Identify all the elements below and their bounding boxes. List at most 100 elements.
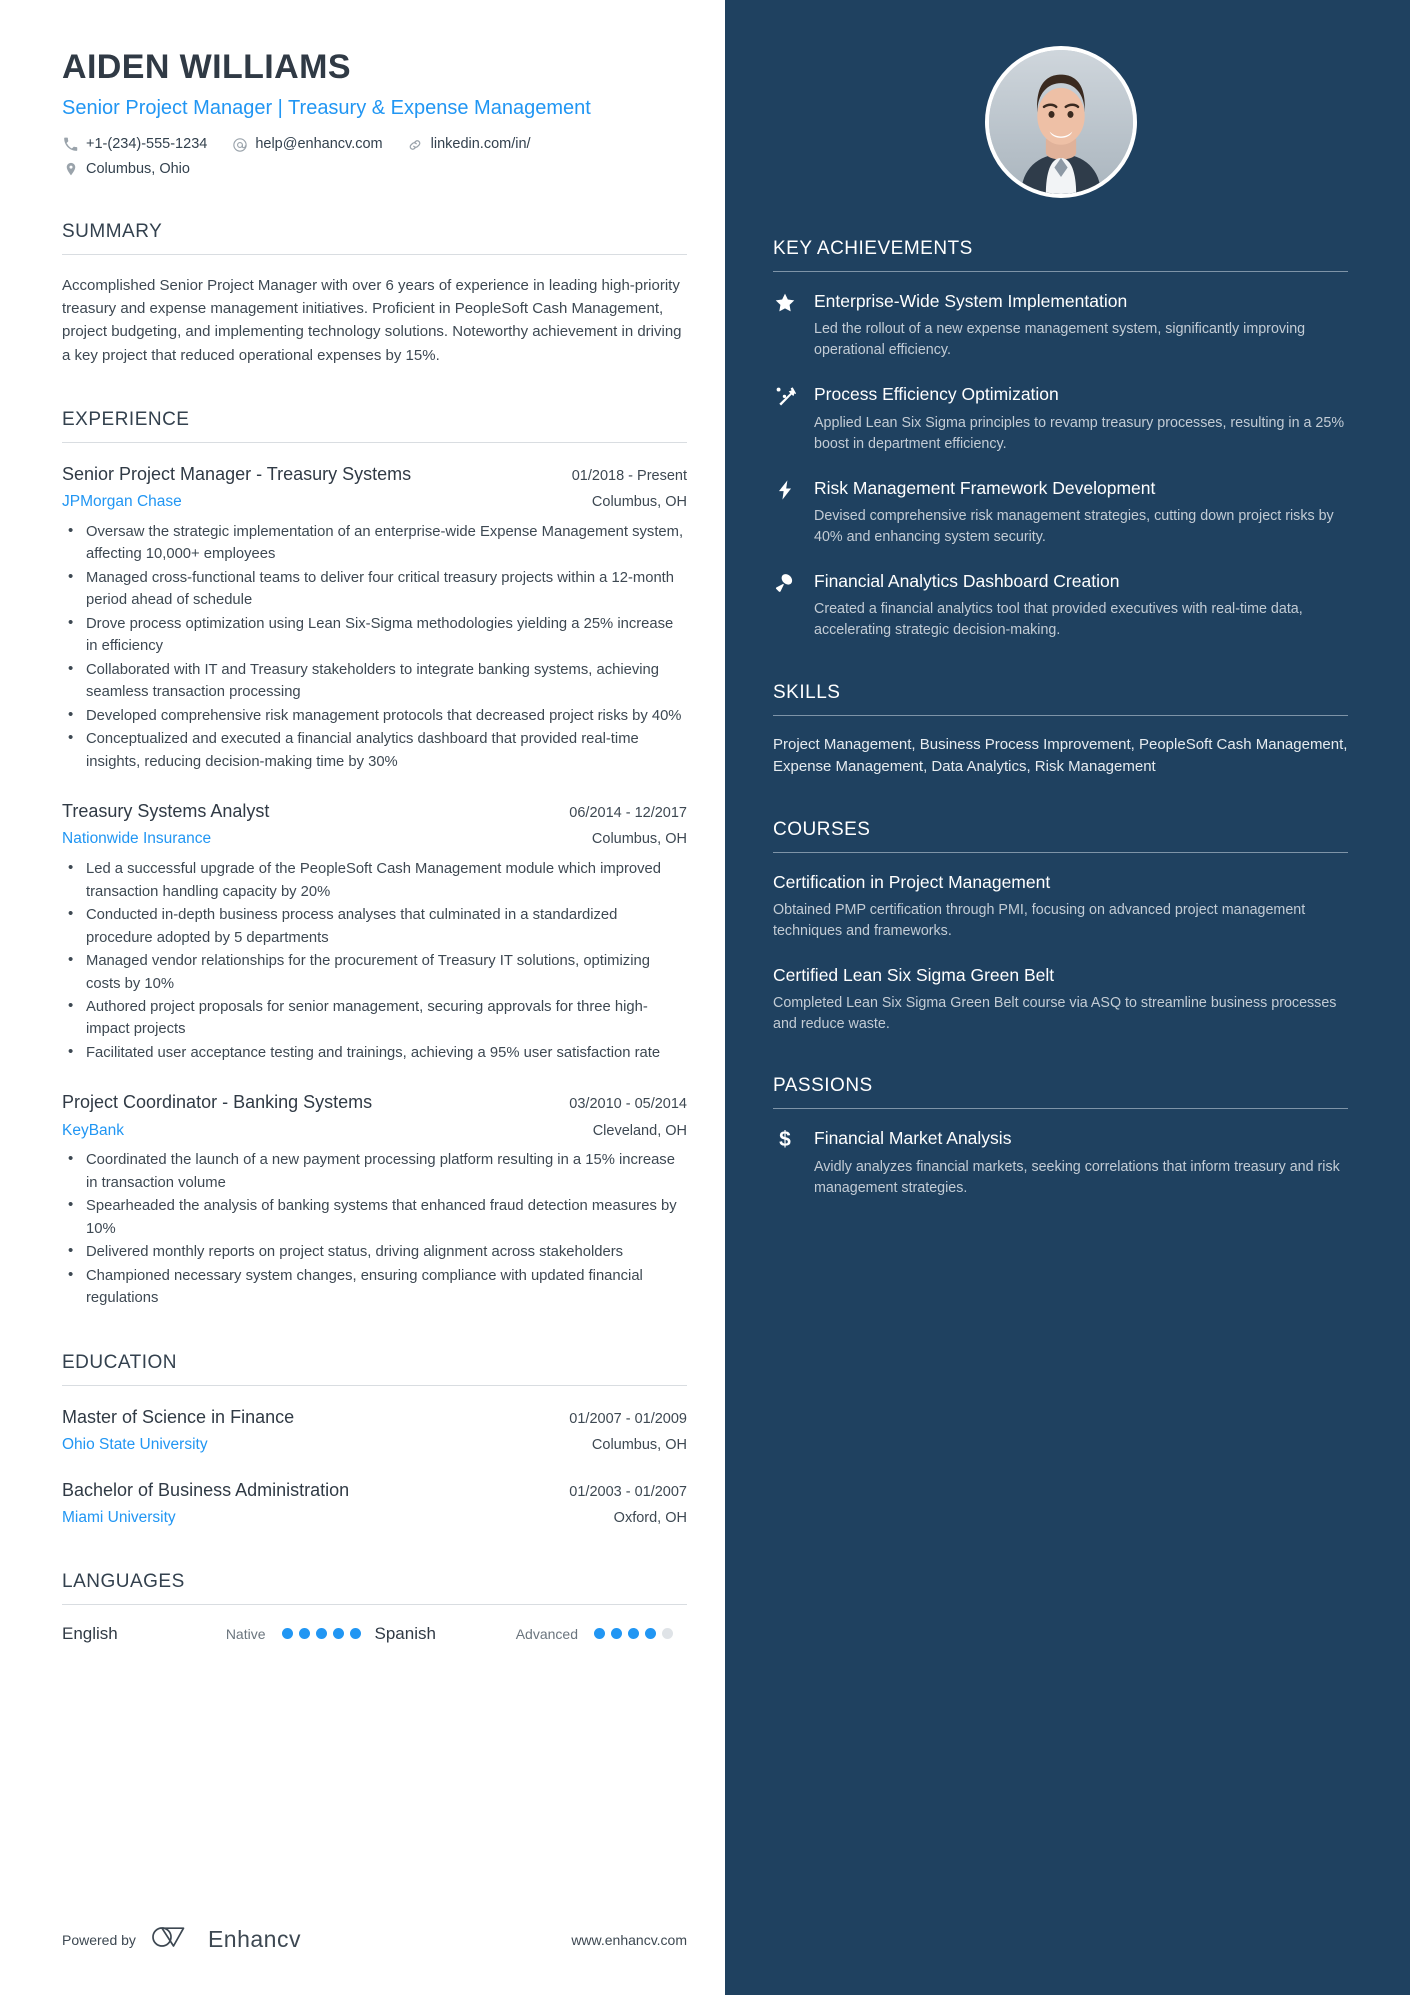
experience-bullet: Facilitated user acceptance testing and …	[62, 1041, 687, 1064]
megaphone-icon	[773, 570, 797, 641]
experience-company: Nationwide Insurance	[62, 830, 212, 848]
contact-linkedin[interactable]: linkedin.com/in/	[407, 135, 531, 154]
achievement-item: Risk Management Framework Development Dev…	[773, 477, 1348, 548]
language-dot	[611, 1628, 622, 1640]
achievement-body: Process Efficiency Optimization Applied L…	[814, 383, 1348, 454]
language-dot	[298, 1628, 310, 1640]
contact-phone[interactable]: +1-(234)-555-1234	[62, 135, 207, 154]
experience-entry-subheader: KeyBank Cleveland, OH	[62, 1117, 687, 1142]
experience-bullet: Developed comprehensive risk management …	[62, 704, 687, 727]
divider	[62, 1384, 687, 1386]
passion-description: Avidly analyzes financial markets, seeki…	[814, 1158, 1340, 1196]
lightning-bolt-icon	[773, 477, 797, 548]
footer-url[interactable]: www.enhancv.com	[571, 1932, 687, 1948]
experience-bullets: Led a successful upgrade of the PeopleSo…	[62, 857, 687, 1064]
education-entry-header: Master of Science in Finance 01/2007 - 01…	[62, 1405, 687, 1429]
language-item: Spanish Advanced	[375, 1624, 688, 1644]
contact-location-text: Columbus, Ohio	[86, 160, 190, 177]
education-school: Ohio State University	[62, 1436, 208, 1454]
divider	[62, 1603, 687, 1605]
language-item: English Native	[62, 1624, 375, 1644]
experience-role: Project Coordinator - Banking Systems	[62, 1092, 373, 1113]
divider	[773, 851, 1348, 853]
course-title: Certification in Project Management	[773, 871, 1051, 892]
education-degree: Master of Science in Finance	[62, 1406, 295, 1427]
languages-list: English Native Spanish Advanced	[62, 1624, 687, 1644]
avatar-wrapper	[773, 0, 1348, 198]
contact-linkedin-text: linkedin.com/in/	[430, 136, 531, 153]
experience-bullet: Championed necessary system changes, ens…	[62, 1264, 687, 1310]
email-icon	[231, 136, 248, 153]
language-dot	[645, 1628, 656, 1640]
experience-entry: Senior Project Manager - Treasury System…	[62, 462, 687, 773]
section-skills: SKILLS Project Management, Business Proc…	[773, 682, 1348, 779]
language-dot	[594, 1628, 605, 1640]
education-location: Columbus, OH	[591, 1437, 687, 1454]
experience-entry-subheader: Nationwide Insurance Columbus, OH	[62, 825, 687, 850]
education-heading: EDUCATION	[62, 1351, 177, 1373]
passions-heading: PASSIONS	[773, 1075, 873, 1097]
headline: Senior Project Manager | Treasury & Expe…	[62, 97, 591, 120]
education-location: Oxford, OH	[613, 1510, 687, 1527]
achievement-body: Financial Analytics Dashboard Creation Cr…	[814, 570, 1348, 641]
languages-heading: LANGUAGES	[62, 1570, 185, 1592]
contact-location: Columbus, Ohio	[62, 160, 190, 179]
course-description: Obtained PMP certification through PMI, …	[773, 901, 1306, 939]
experience-bullet: Conducted in-depth business process anal…	[62, 903, 687, 949]
experience-company: KeyBank	[62, 1121, 125, 1139]
divider	[62, 253, 687, 255]
experience-bullet: Drove process optimization using Lean Si…	[62, 612, 687, 658]
achievements-list: Enterprise-Wide System Implementation Led…	[773, 290, 1348, 642]
page-title: AIDEN WILLIAMS	[62, 48, 351, 86]
experience-bullets: Oversaw the strategic implementation of …	[62, 520, 687, 773]
course-description: Completed Lean Six Sigma Green Belt cour…	[773, 995, 1337, 1033]
experience-bullet: Delivered monthly reports on project sta…	[62, 1240, 687, 1263]
experience-entry: Treasury Systems Analyst 06/2014 - 12/201…	[62, 799, 687, 1064]
education-entry: Master of Science in Finance 01/2007 - 01…	[62, 1405, 687, 1456]
experience-dates: 06/2014 - 12/2017	[569, 805, 687, 822]
achievement-description: Devised comprehensive risk management st…	[814, 507, 1334, 546]
trending-up-icon	[773, 383, 797, 454]
experience-bullet: Managed cross-functional teams to delive…	[62, 566, 687, 612]
footer: Powered by Enhancv www.enhancv.com	[62, 1924, 687, 1955]
language-level: Advanced	[515, 1625, 578, 1642]
experience-list: Senior Project Manager - Treasury System…	[62, 462, 687, 1310]
section-education: EDUCATION Master of Science in Finance 01…	[62, 1352, 687, 1529]
education-school: Miami University	[62, 1509, 176, 1527]
education-dates: 01/2003 - 01/2007	[569, 1483, 687, 1500]
experience-bullet: Authored project proposals for senior ma…	[62, 995, 687, 1041]
contact-email[interactable]: help@enhancv.com	[231, 135, 383, 154]
experience-entry-subheader: JPMorgan Chase Columbus, OH	[62, 488, 687, 513]
experience-location: Columbus, OH	[591, 831, 687, 848]
language-dots	[281, 1628, 361, 1640]
experience-bullet: Spearheaded the analysis of banking syst…	[62, 1194, 687, 1240]
experience-bullet: Oversaw the strategic implementation of …	[62, 520, 687, 566]
experience-dates: 01/2018 - Present	[571, 467, 687, 484]
achievement-description: Created a financial analytics tool that …	[814, 601, 1303, 639]
divider	[62, 441, 687, 443]
section-passions: PASSIONS $ Financial Market Analysis Avidl…	[773, 1075, 1348, 1198]
summary-text: Accomplished Senior Project Manager with…	[62, 276, 682, 364]
divider	[773, 271, 1348, 272]
experience-bullet: Collaborated with IT and Treasury stakeh…	[62, 658, 687, 704]
experience-bullet: Conceptualized and executed a financial …	[62, 727, 687, 773]
language-name: Spanish	[374, 1623, 436, 1643]
language-rating: Advanced	[516, 1626, 673, 1642]
passion-body: Financial Market Analysis Avidly analyzes…	[814, 1127, 1348, 1198]
experience-entry-header: Project Coordinator - Banking Systems 03/…	[62, 1090, 687, 1114]
section-languages: LANGUAGES English Native Spanish Advanced	[62, 1571, 687, 1644]
education-entry: Bachelor of Business Administration 01/20…	[62, 1478, 687, 1529]
location-pin-icon	[62, 161, 79, 178]
language-dot	[628, 1628, 639, 1640]
passion-title: Financial Market Analysis	[814, 1128, 1012, 1149]
section-courses: COURSES Certification in Project Managem…	[773, 819, 1348, 1036]
divider	[773, 714, 1348, 716]
summary-heading: SUMMARY	[62, 220, 163, 242]
brand-name: Enhancv	[207, 1926, 301, 1952]
sidebar-column: KEY ACHIEVEMENTS Enterprise-Wide System …	[725, 0, 1410, 1995]
star-icon	[773, 290, 797, 361]
experience-company: JPMorgan Chase	[62, 493, 182, 511]
contact-line-primary: +1-(234)-555-1234 help@enhancv.com linke…	[62, 135, 687, 154]
powered-by-label: Powered by	[62, 1931, 136, 1948]
resume-page: AIDEN WILLIAMS Senior Project Manager | …	[0, 0, 1410, 1995]
